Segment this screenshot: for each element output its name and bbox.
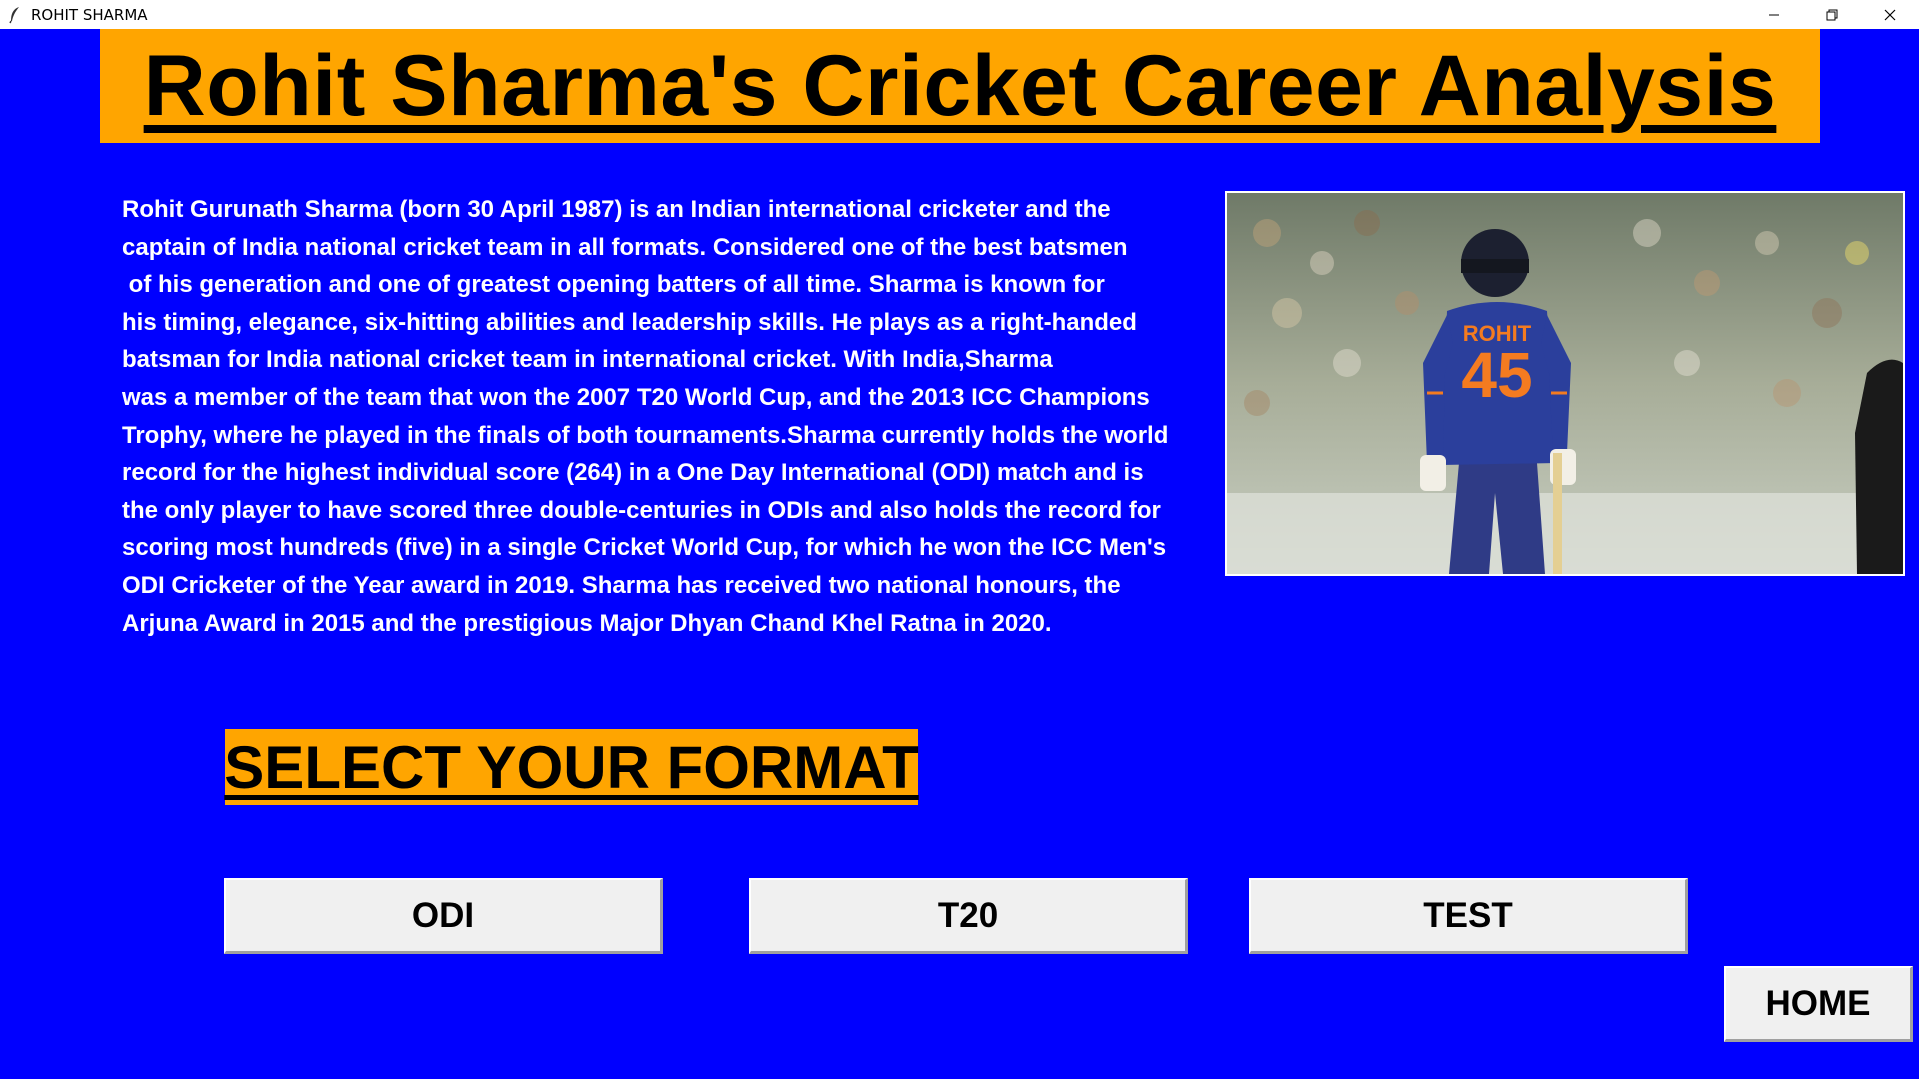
- window-titlebar: ROHIT SHARMA: [0, 0, 1919, 29]
- select-format-label: SELECT YOUR FORMAT: [224, 729, 919, 805]
- minimize-icon[interactable]: [1745, 0, 1803, 29]
- bio-line: Rohit Gurunath Sharma (born 30 April 198…: [122, 196, 1111, 223]
- t20-button[interactable]: T20: [749, 878, 1188, 954]
- bio-line: Arjuna Award in 2015 and the prestigious…: [122, 609, 1052, 637]
- bio-line: was a member of the team that won the 20…: [122, 383, 1150, 411]
- home-button[interactable]: HOME: [1724, 966, 1913, 1042]
- window-controls: [1745, 0, 1919, 29]
- test-button[interactable]: TEST: [1249, 878, 1688, 954]
- bio-line: captain of India national cricket team i…: [122, 233, 1128, 261]
- page-title: Rohit Sharma's Cricket Career Analysis: [143, 37, 1777, 134]
- bio-line: Trophy, where he played in the finals of…: [122, 421, 1169, 449]
- restore-icon[interactable]: [1803, 0, 1861, 29]
- select-format-text: SELECT YOUR FORMAT: [224, 733, 919, 801]
- bio-line: record for the highest individual score …: [122, 459, 1144, 487]
- bio-line: ODI Cricketer of the Year award in 2019.…: [122, 571, 1121, 599]
- bio-line: batsman for India national cricket team …: [122, 346, 1053, 374]
- biography-text: Rohit Gurunath Sharma (born 30 April 198…: [122, 191, 1222, 642]
- player-photo: ROHIT 45: [1225, 191, 1905, 576]
- bio-line: scoring most hundreds (five) in a single…: [122, 534, 1167, 562]
- bio-line: the only player to have scored three dou…: [122, 496, 1161, 524]
- bio-line: of his generation and one of greatest op…: [122, 271, 1105, 299]
- close-icon[interactable]: [1861, 0, 1919, 29]
- feather-icon: [6, 6, 24, 24]
- odi-button[interactable]: ODI: [224, 878, 663, 954]
- bio-line: his timing, elegance, six-hitting abilit…: [122, 308, 1137, 336]
- window-title: ROHIT SHARMA: [31, 5, 148, 24]
- header-banner: Rohit Sharma's Cricket Career Analysis: [100, 29, 1820, 143]
- jersey-number: 45: [1461, 339, 1532, 411]
